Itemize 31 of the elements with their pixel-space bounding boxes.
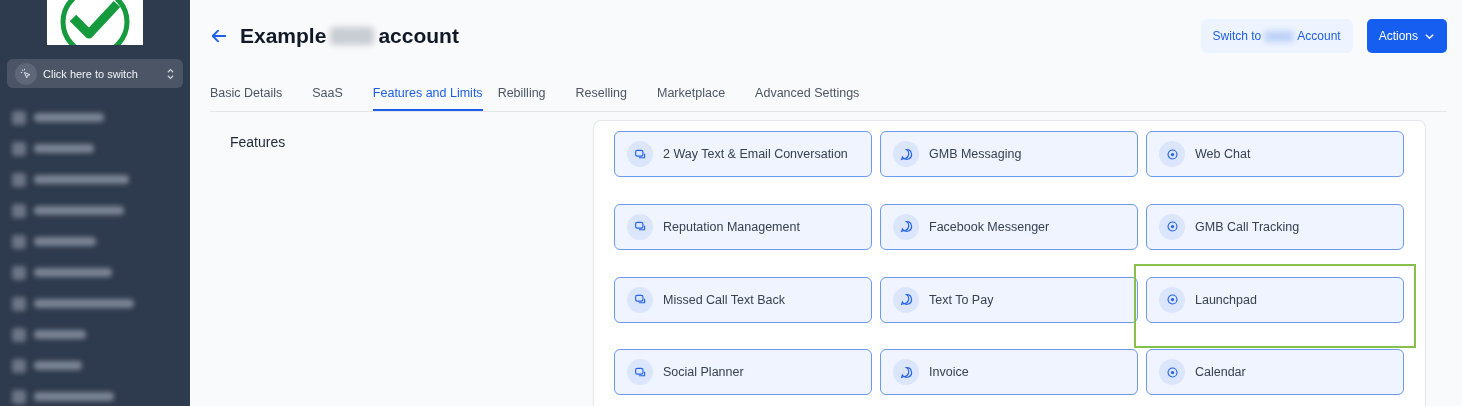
feature-card[interactable]: Web Chat	[1146, 131, 1404, 177]
chat-bubbles-icon	[627, 141, 653, 167]
feature-card[interactable]: Calendar	[1146, 349, 1404, 396]
tab[interactable]: SaaS	[312, 76, 358, 111]
feature-card[interactable]: Invoice	[880, 349, 1138, 396]
back-arrow-icon[interactable]	[210, 27, 228, 45]
feature-card[interactable]: 2 Way Text & Email Conversation	[614, 131, 872, 177]
page-title-start: Example	[240, 24, 327, 48]
feature-card[interactable]: GMB Call Tracking	[1146, 203, 1404, 250]
tab[interactable]: Basic Details	[210, 76, 298, 111]
tab[interactable]: Marketplace	[657, 76, 741, 111]
page-title-end: account	[378, 24, 459, 48]
feature-card[interactable]: Launchpad	[1146, 276, 1404, 323]
tab[interactable]: Reselling	[575, 76, 642, 111]
account-switcher[interactable]: Click here to switch	[7, 59, 183, 88]
feature-card[interactable]: Missed Call Text Back	[614, 276, 872, 323]
feature-card[interactable]: Social Planner	[614, 349, 872, 396]
feature-card[interactable]: GMB Messaging	[880, 131, 1138, 177]
section-title: Features	[229, 133, 287, 152]
chevron-updown-icon	[166, 66, 175, 81]
feature-card[interactable]: Reputation Management	[614, 203, 872, 250]
actions-button[interactable]: Actions	[1366, 19, 1447, 53]
target-icon	[1159, 213, 1185, 240]
pointer-click-icon	[15, 62, 37, 85]
tab[interactable]: Rebilling	[497, 76, 561, 111]
redaction-blur	[330, 27, 375, 45]
switch-account-button[interactable]: Switch to Account	[1200, 19, 1353, 53]
tab[interactable]: Advanced Settings	[755, 76, 875, 111]
feature-card[interactable]: Facebook Messenger	[880, 203, 1138, 250]
feature-card[interactable]: Text To Pay	[880, 276, 1138, 323]
tab[interactable]: Features and Limits	[372, 76, 483, 111]
